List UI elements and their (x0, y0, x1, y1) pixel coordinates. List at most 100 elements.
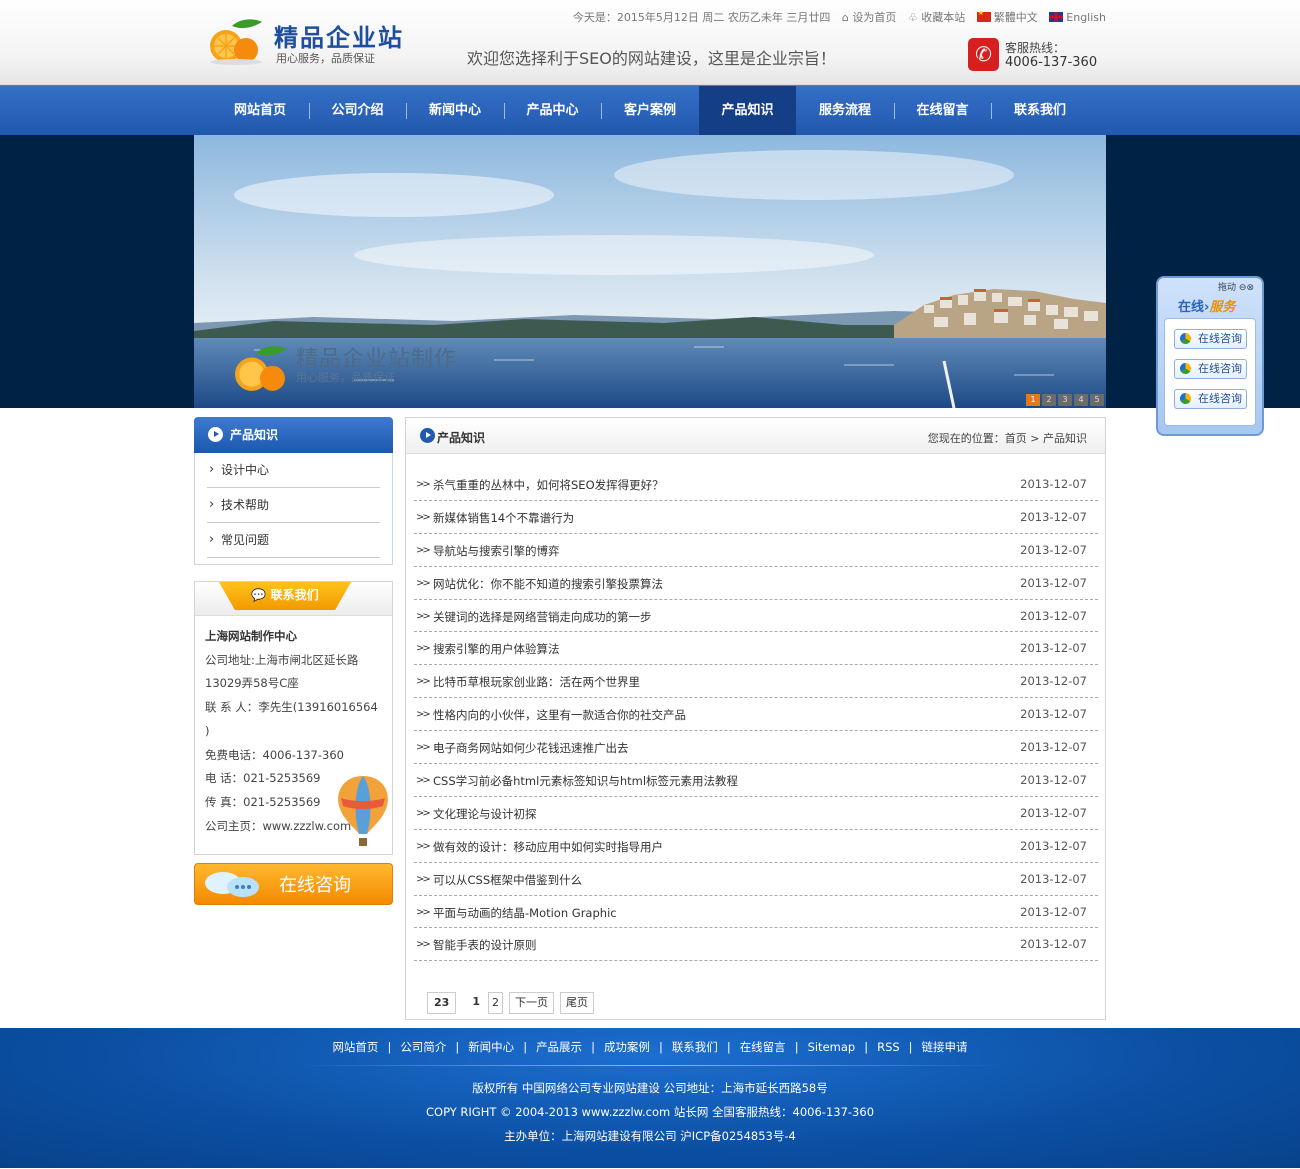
drag-handle[interactable]: 拖动 ⊖⊗ (1218, 280, 1254, 293)
category-item[interactable]: 技术帮助 (207, 487, 380, 523)
footer-link[interactable]: 链接申请 (922, 1040, 968, 1054)
online-service-widget[interactable]: 拖动 ⊖⊗ 在线›服务 在线咨询 在线咨询 在线咨询 (1156, 276, 1264, 436)
article-date: 2013-12-07 (1020, 477, 1087, 491)
double-chevron-icon: >> (416, 742, 431, 754)
article-row[interactable]: >> 比特币草根玩家创业路：活在两个世界里 2013-12-07 (414, 665, 1098, 699)
nav-message[interactable]: 在线留言 (893, 86, 992, 136)
nav-about[interactable]: 公司介绍 (308, 86, 407, 136)
footer-link[interactable]: 联系我们 (672, 1040, 718, 1054)
last-page-link[interactable]: 尾页 (559, 992, 594, 1014)
breadcrumb: 您现在的位置：首页 > 产品知识 (927, 432, 1087, 445)
footer-link[interactable]: 网站首页 (332, 1040, 378, 1054)
article-row[interactable]: >> 网站优化：你不能不知道的搜索引擎投票算法 2013-12-07 (414, 567, 1098, 600)
article-date: 2013-12-07 (1020, 937, 1087, 952)
double-chevron-icon: >> (416, 544, 431, 556)
content-header: 产品知识 您现在的位置：首页 > 产品知识 (406, 418, 1105, 454)
service-panel: 在线咨询 在线咨询 在线咨询 (1164, 318, 1256, 426)
qq-consult-button[interactable]: 在线咨询 (1174, 329, 1247, 349)
footer-divider (300, 1065, 1000, 1066)
article-title[interactable]: 比特币草根玩家创业路：活在两个世界里 (433, 674, 640, 690)
hotline: ✆ 客服热线： 4006-137-360 (968, 37, 1097, 73)
play-circle-icon (420, 428, 435, 443)
uk-flag-icon (1049, 12, 1064, 22)
nav-contact[interactable]: 联系我们 (991, 86, 1089, 136)
qq-consult-button[interactable]: 在线咨询 (1174, 389, 1247, 409)
article-title[interactable]: 可以从CSS框架中借鉴到什么 (433, 872, 582, 888)
article-title[interactable]: CSS学习前必备html元素标签知识与html标签元素用法教程 (433, 773, 738, 789)
chat-icon: 💬 (251, 588, 267, 602)
footer-link[interactable]: 成功案例 (604, 1040, 650, 1054)
footer-link[interactable]: 新闻中心 (468, 1040, 514, 1054)
article-title[interactable]: 智能手表的设计原则 (433, 937, 537, 953)
footer-separator: | (387, 1040, 392, 1054)
article-row[interactable]: >> 性格内向的小伙伴，这里有一款适合你的社交产品 2013-12-07 (414, 698, 1098, 732)
double-chevron-icon: >> (416, 479, 431, 490)
article-title[interactable]: 导航站与搜索引擎的博弈 (433, 543, 560, 559)
article-date: 2013-12-07 (1020, 641, 1087, 656)
next-page-link[interactable]: 下一页 (508, 992, 554, 1014)
slide-dot[interactable]: 3 (1058, 394, 1072, 406)
close-icon[interactable]: ⊗ (1246, 283, 1254, 293)
qq-consult-button[interactable]: 在线咨询 (1174, 359, 1247, 379)
nav-process[interactable]: 服务流程 (796, 86, 894, 136)
site-logo[interactable]: 精品企业站 用心服务，品质保证 (206, 14, 406, 68)
article-title[interactable]: 平面与动画的结晶-Motion Graphic (433, 905, 617, 921)
contact-title: 联系我们 (270, 588, 319, 602)
slide-dot[interactable]: 1 (1026, 394, 1040, 406)
article-row[interactable]: >> 智能手表的设计原则 2013-12-07 (414, 928, 1098, 962)
set-home-link[interactable]: ⌂ 设为首页 (842, 11, 896, 24)
total-count: 23 (427, 992, 457, 1014)
article-row[interactable]: >> 平面与动画的结晶-Motion Graphic 2013-12-07 (414, 896, 1098, 929)
hotline-number: 4006-137-360 (1005, 55, 1098, 70)
category-item[interactable]: 设计中心 (207, 452, 380, 488)
slide-dot[interactable]: 2 (1042, 394, 1056, 406)
article-title[interactable]: 性格内向的小伙伴，这里有一款适合你的社交产品 (433, 707, 686, 723)
double-chevron-icon: >> (416, 906, 431, 918)
nav-knowledge[interactable]: 产品知识 (698, 86, 797, 136)
contact-line: 13029弄58号C座 (205, 676, 299, 691)
footer-link[interactable]: RSS (877, 1040, 900, 1054)
article-title[interactable]: 网站优化：你不能不知道的搜索引擎投票算法 (433, 576, 663, 592)
article-row[interactable]: >> 电子商务网站如何少花钱迅速推广出去 2013-12-07 (414, 731, 1098, 765)
page-link[interactable]: 2 (487, 992, 503, 1014)
online-consult-button[interactable]: 在线咨询 (194, 863, 393, 905)
footer-link[interactable]: 产品展示 (536, 1040, 582, 1054)
main-area: 产品知识 设计中心 技术帮助 常见问题 💬 联系我们 上海网站制作中心 公司地址… (0, 408, 1300, 1028)
article-title[interactable]: 关键词的选择是网络营销走向成功的第一步 (433, 609, 652, 625)
lang-en-link[interactable]: English (1049, 11, 1106, 24)
article-title[interactable]: 做有效的设计：移动应用中如何实时指导用户 (433, 839, 663, 855)
nav-home[interactable]: 网站首页 (211, 86, 309, 136)
contact-line: 上海网站制作中心 (205, 629, 297, 643)
nav-products[interactable]: 产品中心 (503, 86, 602, 136)
today-label: 今天是： (572, 11, 617, 24)
article-row[interactable]: >> 新媒体销售14个不靠谱行为 2013-12-07 (414, 501, 1098, 534)
article-row[interactable]: >> CSS学习前必备html元素标签知识与html标签元素用法教程 2013-12… (414, 764, 1098, 797)
article-title[interactable]: 电子商务网站如何少花钱迅速推广出去 (433, 740, 629, 756)
footer-link[interactable]: 在线留言 (740, 1040, 786, 1054)
footer-link[interactable]: Sitemap (808, 1040, 856, 1054)
article-title[interactable]: 搜索引擎的用户体验算法 (433, 641, 560, 657)
article-row[interactable]: >> 杀气重重的丛林中，如何将SEO发挥得更好？ 2013-12-07 (414, 468, 1098, 501)
article-row[interactable]: >> 文化理论与设计初探 2013-12-07 (414, 797, 1098, 830)
slide-dot[interactable]: 4 (1074, 394, 1088, 406)
footer-link[interactable]: 公司简介 (400, 1040, 446, 1054)
nav-news[interactable]: 新闻中心 (406, 86, 504, 136)
bookmark-link[interactable]: ♧ 收藏本站 (908, 11, 965, 24)
article-date: 2013-12-07 (1020, 674, 1087, 689)
article-row[interactable]: >> 可以从CSS框架中借鉴到什么 2013-12-07 (414, 863, 1098, 896)
contact-line: 免费电话：4006-137-360 (205, 747, 344, 762)
article-row[interactable]: >> 关键词的选择是网络营销走向成功的第一步 2013-12-07 (414, 600, 1098, 633)
article-title[interactable]: 文化理论与设计初探 (433, 806, 537, 822)
article-row[interactable]: >> 搜索引擎的用户体验算法 2013-12-07 (414, 632, 1098, 666)
article-title[interactable]: 杀气重重的丛林中，如何将SEO发挥得更好？ (433, 477, 664, 493)
article-row[interactable]: >> 导航站与搜索引擎的博弈 2013-12-07 (414, 534, 1098, 567)
category-item[interactable]: 常见问题 (207, 522, 380, 558)
article-title[interactable]: 新媒体销售14个不靠谱行为 (433, 510, 574, 526)
double-chevron-icon: >> (416, 676, 431, 688)
double-chevron-icon: >> (416, 643, 431, 655)
lang-tw-link[interactable]: 繁體中文 (976, 9, 1038, 24)
slide-dot[interactable]: 5 (1090, 394, 1104, 406)
footer-nav: 网站首页 | 公司简介 | 新闻中心 | 产品展示 | 成功案例 | 联系我们 | 在线留言 | Sitem… (0, 1028, 1300, 1065)
nav-cases[interactable]: 客户案例 (601, 86, 699, 136)
article-row[interactable]: >> 做有效的设计：移动应用中如何实时指导用户 2013-12-07 (414, 830, 1098, 863)
